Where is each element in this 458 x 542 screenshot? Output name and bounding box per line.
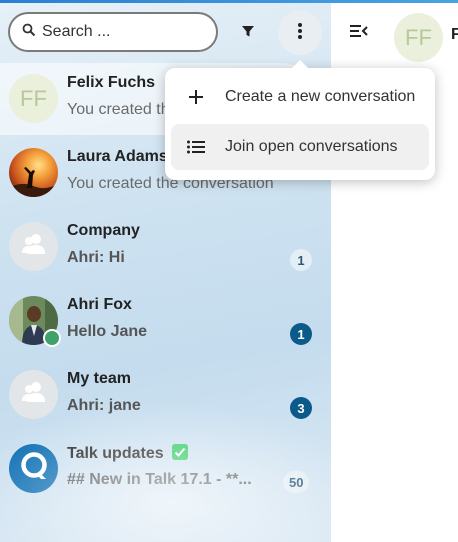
conversation-title: Laura Adams (67, 148, 168, 165)
conversation-item[interactable]: Ahri Fox Hello Jane 1 (0, 285, 331, 357)
avatar (9, 148, 58, 197)
avatar (9, 444, 58, 493)
list-icon (185, 136, 207, 158)
conversation-item[interactable]: My team Ahri: jane 3 (0, 359, 331, 431)
group-avatar (9, 370, 58, 419)
group-icon (21, 233, 47, 260)
join-open-conversations-menu-item[interactable]: Join open conversations (171, 124, 429, 170)
menu-collapse-icon (349, 25, 369, 43)
menu-item-label: Create a new conversation (225, 88, 416, 105)
unread-badge: 50 (283, 471, 310, 493)
conversation-subtitle: Hello Jane (67, 323, 148, 340)
conversation-subtitle: Ahri: Hi (67, 249, 125, 266)
group-avatar (9, 222, 58, 271)
conversation-subtitle: Ahri: jane (67, 397, 141, 414)
verified-check-icon (172, 444, 189, 465)
talk-logo-icon (17, 449, 51, 488)
conversation-item[interactable]: Talk updates ## New in Talk 17.1 - **...… (0, 433, 331, 505)
search-icon (22, 23, 36, 42)
online-status-indicator (43, 329, 61, 347)
main-header: FF F (331, 3, 458, 68)
conversation-subtitle: You created the conversation (67, 101, 167, 118)
menu-item-label: Join open conversations (225, 138, 398, 155)
avatar-initials: FF (20, 85, 47, 111)
more-vertical-icon (297, 22, 303, 45)
conversation-title: My team (67, 370, 132, 387)
plus-icon (185, 86, 207, 108)
conversation-title: Ahri Fox (67, 296, 132, 313)
conversation-title: Felix Fuchs (67, 74, 156, 91)
group-icon (21, 381, 47, 408)
create-conversation-menu-item[interactable]: Create a new conversation (171, 74, 429, 120)
more-options-button[interactable] (278, 11, 322, 55)
search-input[interactable] (42, 23, 202, 41)
conversation-name: F (451, 26, 458, 43)
conversation-subtitle: ## New in Talk 17.1 - **... (67, 471, 252, 488)
search-box[interactable] (8, 12, 218, 52)
conversation-item[interactable]: Company Ahri: Hi 1 (0, 211, 331, 283)
conversation-title: Talk updates (67, 444, 189, 465)
avatar-initials: FF (405, 24, 432, 50)
conversation-title: Company (67, 222, 140, 239)
filter-button[interactable] (228, 13, 268, 53)
avatar: FF (9, 74, 58, 123)
actions-menu: Create a new conversation Join open conv… (165, 60, 435, 180)
conversation-title-text: Talk updates (67, 445, 164, 462)
unread-badge: 1 (290, 323, 312, 345)
unread-badge: 3 (290, 397, 312, 419)
unread-badge: 1 (290, 249, 312, 271)
conversation-avatar: FF (394, 13, 443, 62)
toggle-sidebar-button[interactable] (349, 23, 369, 44)
filter-icon (241, 24, 255, 43)
